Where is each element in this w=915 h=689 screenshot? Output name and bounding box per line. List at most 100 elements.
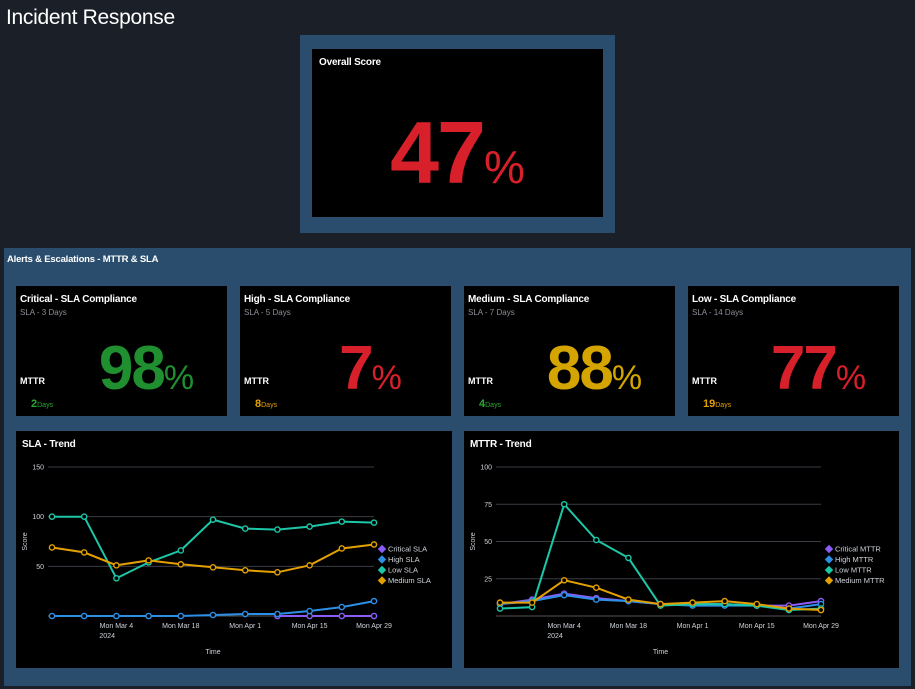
card-subtitle: SLA - 5 Days	[244, 308, 291, 317]
card-subtitle: SLA - 14 Days	[692, 308, 744, 317]
data-point	[370, 597, 378, 605]
sla-number: 77	[770, 334, 838, 403]
data-point	[306, 607, 313, 615]
card-title: Low - SLA Compliance	[692, 294, 796, 305]
card-subtitle: SLA - 3 Days	[20, 308, 67, 317]
data-point	[241, 525, 249, 532]
legend-label: Low MTTR	[835, 566, 872, 575]
sla-number: 88	[546, 334, 614, 403]
card-title: High - SLA Compliance	[244, 294, 350, 305]
y-tick-label: 25	[484, 576, 492, 583]
data-point	[785, 605, 793, 612]
overall-score-frame: Overall Score 47%	[300, 35, 615, 233]
data-point	[306, 523, 313, 530]
data-point	[177, 561, 185, 568]
data-point	[209, 564, 217, 571]
overall-score-unit: %	[483, 141, 525, 193]
y-tick-label: 75	[484, 502, 492, 509]
overall-score-panel[interactable]: Overall Score 47%	[312, 49, 603, 217]
data-point	[496, 605, 504, 612]
data-point	[48, 513, 56, 520]
data-point	[48, 612, 56, 620]
legend-marker	[824, 555, 834, 564]
data-point	[338, 518, 346, 525]
data-point	[753, 600, 761, 608]
data-point	[657, 600, 664, 608]
x-tick-label: Mon Apr 15	[292, 623, 328, 630]
data-point	[338, 603, 346, 611]
data-point	[80, 549, 88, 556]
data-point	[145, 557, 152, 564]
overall-score-number: 47	[390, 103, 486, 202]
x-tick-label: Mon Mar 4	[547, 623, 581, 630]
data-point	[306, 562, 313, 569]
alerts-escalations-section: Alerts & Escalations - MTTR & SLA Critic…	[4, 248, 911, 686]
mttr-unit: Days	[37, 402, 54, 409]
data-point	[113, 574, 120, 582]
mttr-days: 8Days	[255, 398, 277, 410]
data-point	[370, 519, 378, 526]
data-point	[113, 562, 120, 569]
section-title: Alerts & Escalations - MTTR & SLA	[7, 254, 159, 265]
y-tick-label: 100	[32, 514, 44, 521]
legend-label: Medium MTTR	[835, 576, 885, 585]
data-point	[241, 610, 249, 618]
data-point	[625, 596, 632, 603]
sla-value: 7%	[290, 338, 451, 400]
mttr-label: MTTR	[20, 376, 45, 386]
data-point	[209, 611, 217, 619]
legend-marker	[377, 555, 387, 564]
sla-trend-panel[interactable]: SLA - Trend 50 100 150 Score Mon Mar 4 Mon Ma…	[16, 431, 452, 668]
medium-sla-card[interactable]: Medium - SLA Compliance SLA - 7 Days MTT…	[464, 286, 675, 416]
legend-marker	[377, 576, 387, 585]
data-point	[48, 544, 56, 551]
data-point	[80, 513, 88, 520]
data-point	[177, 612, 185, 620]
data-point	[370, 541, 378, 548]
sla-trend-chart[interactable]: 50 100 150 Score Mon Mar 4 Mon Mar 18 Mon Apr …	[16, 431, 452, 668]
legend-label: Medium SLA	[388, 576, 431, 585]
x-tick-label: Mon Apr 1	[229, 623, 261, 630]
y-tick-label: 150	[32, 465, 44, 472]
x-axis-label: Time	[205, 649, 220, 656]
y-axis-label: Score	[470, 532, 477, 550]
overall-score-value: 47%	[312, 109, 603, 197]
critical-sla-card[interactable]: Critical - SLA Compliance SLA - 3 Days M…	[16, 286, 227, 416]
y-tick-label: 50	[36, 564, 44, 571]
mttr-trend-panel[interactable]: MTTR - Trend 25 50 75 100 Score Mon Mar 4 Mon …	[464, 431, 899, 668]
sla-number: 98	[98, 334, 166, 403]
series-line	[499, 502, 822, 612]
mttr-trend-chart[interactable]: 25 50 75 100 Score Mon Mar 4 Mon Mar 18 Mon Apr…	[464, 431, 899, 668]
mttr-days: 19Days	[703, 398, 731, 410]
data-point	[689, 599, 696, 606]
x-tick-label: Mon Apr 15	[739, 623, 775, 630]
overall-score-title: Overall Score	[319, 57, 381, 68]
sla-unit: %	[611, 359, 643, 397]
y-tick-label: 100	[480, 465, 492, 472]
data-point	[241, 567, 249, 574]
data-point	[113, 612, 120, 620]
data-point	[80, 612, 88, 620]
sla-unit: %	[371, 359, 402, 397]
x-tick-label: Mon Apr 29	[803, 623, 839, 630]
card-subtitle: SLA - 7 Days	[468, 308, 515, 317]
data-point	[209, 516, 217, 523]
x-tick-label: Mon Mar 4	[100, 623, 134, 630]
legend-marker	[377, 565, 387, 575]
mttr-days: 4Days	[479, 398, 501, 410]
data-point	[145, 612, 152, 620]
data-point	[370, 612, 378, 620]
data-point	[721, 597, 729, 605]
data-point	[592, 596, 600, 603]
legend-label: Critical SLA	[388, 545, 427, 554]
mttr-unit: Days	[715, 402, 732, 409]
legend-marker	[824, 576, 834, 585]
data-point	[592, 584, 600, 591]
data-point	[592, 536, 600, 544]
mttr-label: MTTR	[244, 376, 269, 386]
legend-label: High MTTR	[835, 555, 874, 564]
low-sla-card[interactable]: Low - SLA Compliance SLA - 14 Days MTTR …	[688, 286, 899, 416]
high-sla-card[interactable]: High - SLA Compliance SLA - 5 Days MTTR …	[240, 286, 451, 416]
data-point	[560, 591, 568, 599]
x-tick-year-label: 2024	[547, 633, 563, 640]
